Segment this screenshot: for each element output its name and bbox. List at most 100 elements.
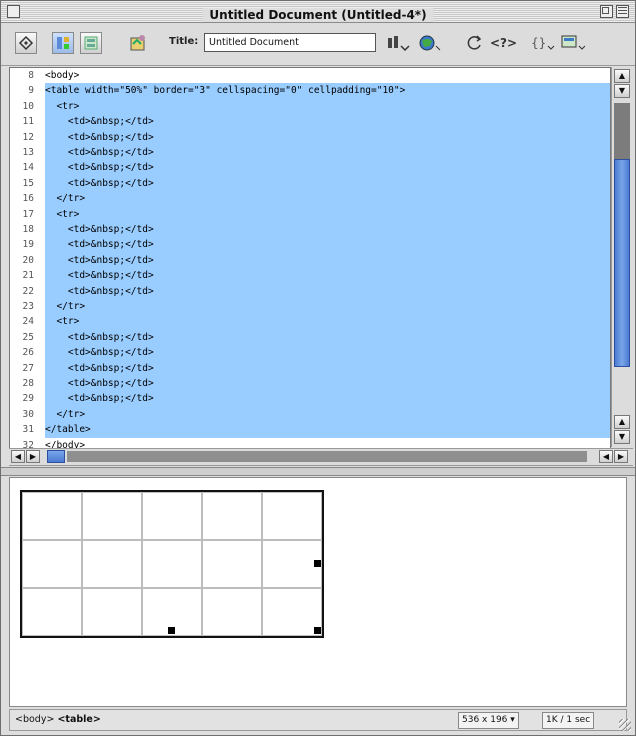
scroll-left-arrow-right[interactable]: ◀ <box>599 450 613 463</box>
code-line[interactable]: 12 <td>&nbsp;</td> <box>10 129 610 145</box>
code-text[interactable]: <td>&nbsp;</td> <box>45 283 610 299</box>
table-row[interactable] <box>22 540 322 588</box>
resize-handle-right[interactable] <box>314 560 321 567</box>
table-cell[interactable] <box>142 540 202 588</box>
code-line[interactable]: 11 <td>&nbsp;</td> <box>10 114 610 130</box>
table-cell[interactable] <box>82 540 142 588</box>
code-line[interactable]: 8 <body> <box>10 68 610 83</box>
code-line[interactable]: 21 <td>&nbsp;</td> <box>10 268 610 284</box>
window-size-popup[interactable]: 536 x 196 ▾ <box>458 712 519 729</box>
code-line[interactable]: 9 <table width="50%" border="3" cellspaci… <box>10 83 610 99</box>
refresh-button[interactable] <box>467 34 483 56</box>
code-text[interactable]: <td>&nbsp;</td> <box>45 376 610 392</box>
code-text[interactable]: <td>&nbsp;</td> <box>45 391 610 407</box>
code-line[interactable]: 10 <tr> <box>10 98 610 115</box>
scroll-right-arrow-right[interactable]: ▶ <box>614 450 628 463</box>
code-text[interactable]: <td>&nbsp;</td> <box>45 175 610 192</box>
code-navigation-button[interactable]: {} <box>531 34 557 56</box>
code-line[interactable]: 30 </tr> <box>10 406 610 423</box>
table-cell[interactable] <box>22 540 82 588</box>
scroll-thumb[interactable] <box>614 159 630 367</box>
code-line[interactable]: 13 <td>&nbsp;</td> <box>10 145 610 161</box>
code-text[interactable]: <body> <box>45 68 610 83</box>
code-line[interactable]: 15 <td>&nbsp;</td> <box>10 175 610 192</box>
code-line[interactable]: 16 </tr> <box>10 191 610 207</box>
code-text[interactable]: <td>&nbsp;</td> <box>45 114 610 130</box>
code-text[interactable]: <td>&nbsp;</td> <box>45 329 610 346</box>
horizontal-scroll-track[interactable] <box>67 451 587 462</box>
code-line[interactable]: 31 </table> <box>10 422 610 438</box>
table-cell[interactable] <box>202 540 262 588</box>
table-row[interactable] <box>22 492 322 540</box>
table-cell[interactable] <box>22 588 82 636</box>
scroll-track-upper[interactable] <box>614 103 630 159</box>
scroll-right-arrow[interactable]: ▶ <box>26 450 40 463</box>
reference-button[interactable]: <?> <box>490 34 520 56</box>
selected-table[interactable] <box>20 490 324 638</box>
table-cell[interactable] <box>202 588 262 636</box>
design-view-button[interactable] <box>80 32 102 54</box>
scroll-down-arrow-bottom[interactable]: ▼ <box>614 430 630 444</box>
title-bar[interactable]: Untitled Document (Untitled-4*) <box>1 1 635 23</box>
code-text[interactable]: <td>&nbsp;</td> <box>45 345 610 361</box>
scroll-down-arrow[interactable]: ▼ <box>614 84 630 98</box>
code-line[interactable]: 26 <td>&nbsp;</td> <box>10 345 610 361</box>
scroll-left-arrow[interactable]: ◀ <box>11 450 25 463</box>
code-line[interactable]: 18 <td>&nbsp;</td> <box>10 222 610 238</box>
tag-selector-table[interactable]: <table> <box>57 714 100 725</box>
code-line[interactable]: 23 </tr> <box>10 299 610 315</box>
live-data-button[interactable] <box>127 32 149 54</box>
scroll-up-arrow-bottom[interactable]: ▲ <box>614 415 630 429</box>
code-line[interactable]: 24 <tr> <box>10 314 610 330</box>
code-text[interactable]: <td>&nbsp;</td> <box>45 360 610 376</box>
code-line[interactable]: 27 <td>&nbsp;</td> <box>10 360 610 376</box>
browser-preview-button[interactable] <box>418 34 442 56</box>
table-cell[interactable] <box>262 492 322 540</box>
code-text[interactable]: </tr> <box>45 299 610 315</box>
scroll-up-arrow[interactable]: ▲ <box>614 69 630 83</box>
code-view[interactable]: 8 <body> 9 <table width="50%" border="3" ce… <box>9 67 611 449</box>
collapse-box-button[interactable] <box>616 5 629 18</box>
code-view-button[interactable] <box>15 32 37 54</box>
file-management-button[interactable] <box>385 34 411 56</box>
design-view[interactable] <box>9 477 627 707</box>
resize-handle-corner[interactable] <box>314 627 321 634</box>
table-cell[interactable] <box>22 492 82 540</box>
code-text[interactable]: </tr> <box>45 191 610 207</box>
table-cell[interactable] <box>202 492 262 540</box>
code-text[interactable]: </tr> <box>45 406 610 423</box>
view-splitter[interactable] <box>1 467 635 476</box>
table-cell[interactable] <box>262 588 322 636</box>
code-line[interactable]: 25 <td>&nbsp;</td> <box>10 329 610 346</box>
code-text[interactable]: <td>&nbsp;</td> <box>45 222 610 238</box>
code-line[interactable]: 29 <td>&nbsp;</td> <box>10 391 610 407</box>
code-text[interactable]: <td>&nbsp;</td> <box>45 145 610 161</box>
code-line[interactable]: 20 <td>&nbsp;</td> <box>10 252 610 269</box>
table-cell[interactable] <box>142 492 202 540</box>
code-text[interactable]: <tr> <box>45 206 610 222</box>
resize-handle-bottom[interactable] <box>168 627 175 634</box>
view-options-button[interactable] <box>560 34 588 56</box>
split-view-button[interactable] <box>52 32 74 54</box>
code-text[interactable]: <td>&nbsp;</td> <box>45 252 610 269</box>
code-text[interactable]: <td>&nbsp;</td> <box>45 160 610 176</box>
table-cell[interactable] <box>262 540 322 588</box>
zoom-box-button[interactable] <box>600 5 613 18</box>
code-line[interactable]: 22 <td>&nbsp;</td> <box>10 283 610 299</box>
code-text[interactable]: <td>&nbsp;</td> <box>45 129 610 145</box>
code-text[interactable]: </table> <box>45 422 610 438</box>
horizontal-scroll-thumb[interactable] <box>47 450 65 463</box>
code-text[interactable]: <tr> <box>45 98 610 115</box>
code-vertical-scrollbar[interactable]: ▲ ▼ ▲ ▼ <box>611 67 634 447</box>
tag-selector-body[interactable]: <body> <box>15 714 54 725</box>
code-text[interactable]: <td>&nbsp;</td> <box>45 237 610 253</box>
code-line[interactable]: 28 <td>&nbsp;</td> <box>10 376 610 392</box>
table-cell[interactable] <box>82 492 142 540</box>
table-cell[interactable] <box>82 588 142 636</box>
code-text[interactable]: <td>&nbsp;</td> <box>45 268 610 284</box>
code-line[interactable]: 19 <td>&nbsp;</td> <box>10 237 610 253</box>
code-line[interactable]: 17 <tr> <box>10 206 610 222</box>
code-text[interactable]: <table width="50%" border="3" cellspacin… <box>45 83 610 99</box>
code-text[interactable]: <tr> <box>45 314 610 330</box>
code-line[interactable]: 14 <td>&nbsp;</td> <box>10 160 610 176</box>
